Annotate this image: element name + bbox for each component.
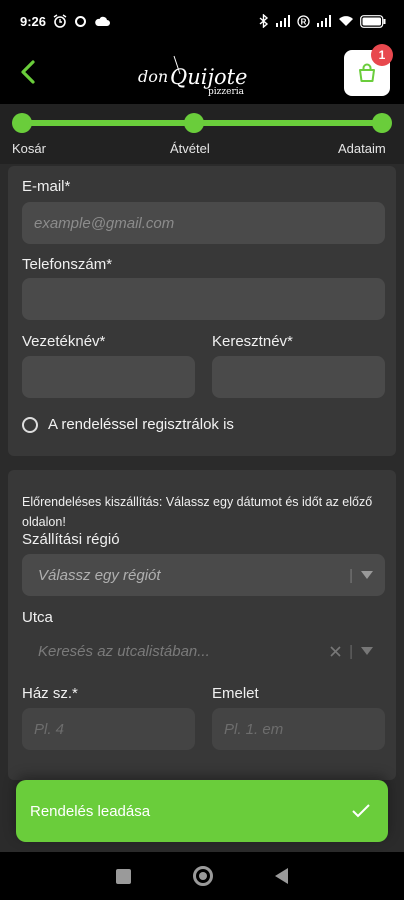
home-button[interactable] (192, 866, 213, 886)
street-search[interactable]: Keresés az utcalistában... | (22, 630, 385, 672)
register-label: A rendeléssel regisztrálok is (48, 416, 234, 433)
lastname-field[interactable] (22, 356, 195, 398)
chevron-left-icon (21, 60, 35, 84)
alarm-icon (53, 14, 67, 28)
signal-icon-2 (316, 15, 332, 27)
preorder-note: Előrendeléses kiszállítás: Válassz egy d… (22, 495, 373, 529)
cloud-icon (94, 15, 111, 27)
register-radio[interactable] (22, 416, 38, 433)
street-placeholder: Keresés az utcalistában... (38, 642, 210, 660)
region-label: Szállítási régió (22, 531, 120, 548)
battery-icon (360, 14, 386, 28)
svg-text:don: don (138, 67, 168, 86)
house-number-field[interactable]: Pl. 4 (22, 708, 195, 750)
app-header: don Quijote pizzeria 1 (0, 42, 404, 104)
firstname-label: Keresztnév* (212, 333, 293, 350)
phone-field[interactable] (22, 278, 385, 320)
registered-icon: R (297, 14, 310, 28)
step-label-pickup: Átvétel (170, 141, 210, 156)
delivery-section: Előrendeléses kiszállítás: Válassz egy d… (8, 470, 396, 780)
clear-icon[interactable] (330, 645, 341, 657)
firstname-field[interactable] (212, 356, 385, 398)
house-number-label: Ház sz.* (22, 685, 78, 702)
status-bar: 9:26 R 96 (0, 0, 404, 42)
region-placeholder: Válassz egy régiót (38, 566, 161, 584)
system-navigation-bar (0, 852, 404, 900)
street-label: Utca (22, 609, 53, 626)
place-order-button[interactable]: Rendelés leadása (16, 780, 388, 842)
wifi-icon (338, 15, 354, 27)
register-option[interactable]: A rendeléssel regisztrálok is (22, 416, 234, 433)
cart-count-badge: 1 (371, 44, 393, 66)
step-dot-details (372, 113, 392, 133)
clock: 9:26 (20, 13, 47, 29)
floor-label: Emelet (212, 685, 259, 702)
checkout-progress: Kosár Átvétel Adataim (0, 104, 404, 164)
checkmark-icon (352, 804, 370, 818)
back-button[interactable] (10, 54, 46, 90)
contact-section: E-mail* example@gmail.com Telefonszám* V… (8, 166, 396, 456)
chevron-down-icon (361, 647, 373, 655)
chevron-down-icon (361, 571, 373, 579)
floor-field[interactable]: Pl. 1. em (212, 708, 385, 750)
shopping-bag-icon (359, 63, 375, 82)
step-label-cart: Kosár (12, 141, 46, 156)
email-label: E-mail* (22, 178, 71, 195)
bluetooth-icon (259, 14, 269, 28)
recent-apps-button[interactable] (115, 868, 131, 884)
step-label-details: Adataim (338, 141, 386, 156)
lastname-label: Vezetéknév* (22, 333, 106, 350)
sync-icon (74, 15, 87, 28)
step-dot-pickup (184, 113, 204, 133)
svg-text:R: R (301, 17, 307, 26)
email-field[interactable]: example@gmail.com (22, 202, 385, 244)
phone-label: Telefonszám* (22, 256, 113, 273)
svg-text:Quijote: Quijote (170, 65, 247, 89)
place-order-label: Rendelés leadása (30, 802, 151, 820)
svg-text:pizzeria: pizzeria (208, 87, 245, 97)
signal-icon (275, 15, 291, 27)
step-dot-cart (12, 113, 32, 133)
back-triangle-icon[interactable] (274, 868, 289, 884)
region-select[interactable]: Válassz egy régiót | (22, 554, 385, 596)
brand-logo: don Quijote pizzeria (138, 55, 247, 97)
